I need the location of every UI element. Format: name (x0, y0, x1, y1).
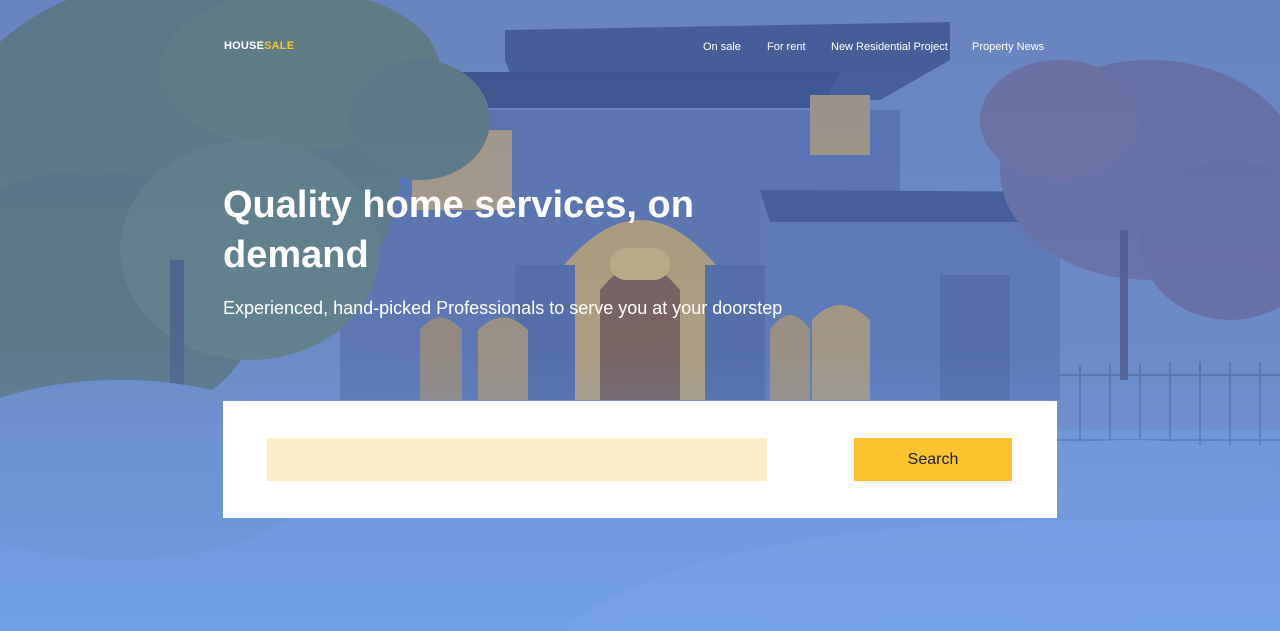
search-input[interactable] (267, 438, 767, 481)
hero-title: Quality home services, on demand (223, 184, 694, 276)
hero-subtitle: Experienced, hand-picked Professionals t… (223, 298, 783, 318)
nav-link-new-residential-project[interactable]: New Residential Project (831, 41, 948, 53)
search-button[interactable]: Search (854, 438, 1012, 481)
nav-link-property-news[interactable]: Property News (972, 41, 1044, 53)
search-panel: Search (223, 401, 1057, 518)
main-nav: On sale For rent New Residential Project… (0, 41, 1280, 57)
nav-link-for-rent[interactable]: For rent (767, 41, 806, 53)
nav-link-on-sale[interactable]: On sale (703, 41, 741, 53)
hero-section: HOUSESALE On sale For rent New Residenti… (0, 0, 1280, 631)
